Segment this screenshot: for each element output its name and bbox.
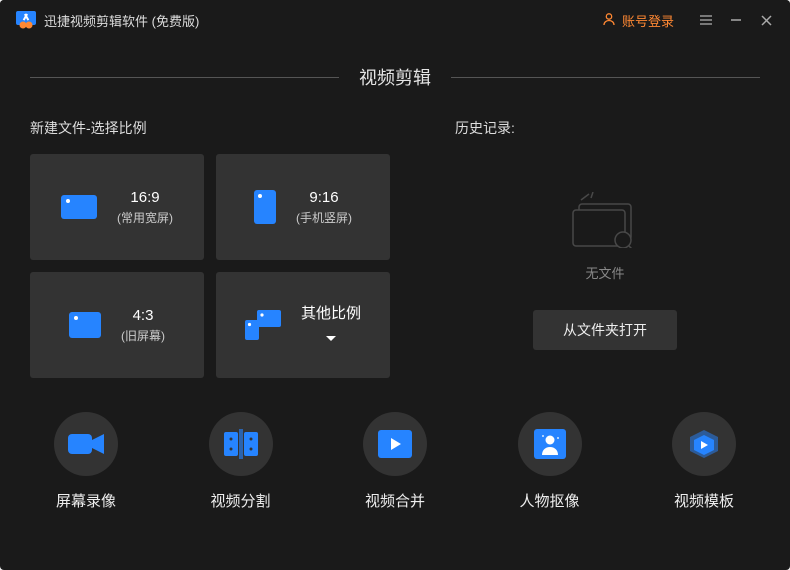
app-title: 迅捷视频剪辑软件 (免费版)	[44, 11, 594, 30]
ratio-desc: (常用宽屏)	[117, 209, 173, 226]
content-row: 新建文件-选择比例 16:9 (常用宽屏)	[30, 118, 760, 378]
new-file-label: 新建文件-选择比例	[30, 118, 390, 138]
minimize-button[interactable]	[728, 12, 744, 28]
tool-video-merge[interactable]: 视频合并	[363, 412, 427, 511]
ratio-card-other[interactable]: 其他比例	[216, 272, 390, 378]
section-header: 视频剪辑	[30, 64, 760, 90]
ratio-card-4-3[interactable]: 4:3 (旧屏幕)	[30, 272, 204, 378]
close-button[interactable]	[758, 12, 774, 28]
tool-portrait-matting[interactable]: 人物抠像	[518, 412, 582, 511]
tools-row: 屏幕录像 视频分割 视频合并 人物抠像	[30, 378, 760, 511]
menu-button[interactable]	[698, 12, 714, 28]
tool-video-split[interactable]: 视频分割	[209, 412, 273, 511]
empty-folder-icon	[565, 192, 645, 253]
history-panel: 历史记录: 无文件 从文件夹打开	[450, 118, 760, 378]
ratio-desc: (旧屏幕)	[121, 327, 165, 344]
ratio-card-16-9[interactable]: 16:9 (常用宽屏)	[30, 154, 204, 260]
tool-label: 视频分割	[210, 490, 270, 511]
split-icon	[209, 412, 273, 476]
login-label: 账号登录	[622, 11, 674, 30]
portrait-icon	[254, 190, 276, 224]
camera-icon	[54, 412, 118, 476]
app-window: 迅捷视频剪辑软件 (免费版) 账号登录 视频剪辑	[0, 0, 790, 570]
tool-label: 屏幕录像	[56, 490, 116, 511]
titlebar: 迅捷视频剪辑软件 (免费版) 账号登录	[0, 0, 790, 40]
main-content: 视频剪辑 新建文件-选择比例 16:9 (常用宽屏)	[0, 64, 790, 511]
landscape-icon	[61, 195, 97, 219]
empty-text: 无文件	[585, 263, 624, 282]
ratio-card-9-16[interactable]: 9:16 (手机竖屏)	[216, 154, 390, 260]
ratio-text: 其他比例	[301, 302, 361, 348]
divider-line	[30, 77, 339, 78]
history-label: 历史记录:	[455, 118, 760, 138]
ratio-value: 4:3	[121, 307, 165, 324]
tool-label: 人物抠像	[519, 490, 579, 511]
ratio-desc: (手机竖屏)	[296, 209, 352, 226]
ratio-text: 9:16 (手机竖屏)	[296, 189, 352, 226]
template-icon	[672, 412, 736, 476]
ratio-grid: 16:9 (常用宽屏) 9:16 (手机竖屏)	[30, 154, 390, 378]
multi-ratio-icon	[245, 310, 281, 340]
divider-line	[451, 77, 760, 78]
ratio-value: 16:9	[117, 189, 173, 206]
open-folder-button[interactable]: 从文件夹打开	[533, 310, 677, 350]
standard-icon	[69, 312, 101, 338]
window-controls	[698, 12, 774, 28]
chevron-down-icon	[325, 330, 337, 348]
ratio-value: 9:16	[296, 189, 352, 206]
new-file-panel: 新建文件-选择比例 16:9 (常用宽屏)	[30, 118, 390, 378]
tool-video-template[interactable]: 视频模板	[672, 412, 736, 511]
ratio-value: 其他比例	[301, 302, 361, 323]
tool-screen-record[interactable]: 屏幕录像	[54, 412, 118, 511]
user-icon	[602, 12, 616, 29]
ratio-text: 4:3 (旧屏幕)	[121, 307, 165, 344]
ratio-text: 16:9 (常用宽屏)	[117, 189, 173, 226]
section-title: 视频剪辑	[359, 64, 431, 90]
history-empty-area: 无文件 从文件夹打开	[450, 154, 760, 350]
tool-label: 视频合并	[365, 490, 425, 511]
person-cutout-icon	[518, 412, 582, 476]
merge-icon	[363, 412, 427, 476]
login-button[interactable]: 账号登录	[594, 7, 682, 34]
tool-label: 视频模板	[674, 490, 734, 511]
app-logo-icon	[16, 10, 36, 30]
